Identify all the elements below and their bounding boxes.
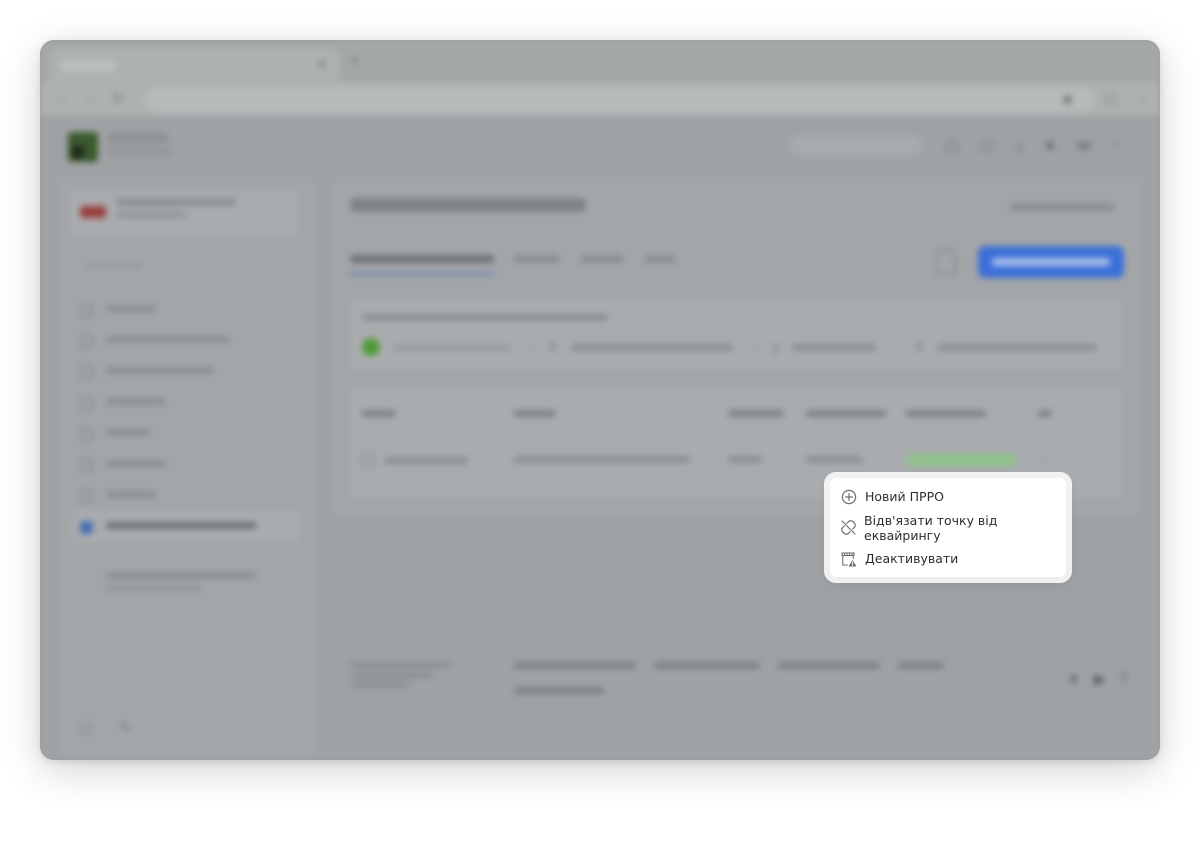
sidebar-menu (72, 294, 300, 542)
onboarding-title (362, 312, 608, 324)
menu-item-deactivate[interactable]: Деактивувати (830, 543, 1066, 574)
footer-link[interactable] (778, 662, 880, 669)
tab[interactable] (514, 254, 560, 275)
page-footer: ● ▶ f (332, 636, 1142, 760)
tab[interactable] (580, 254, 624, 275)
brand-logo-icon (68, 132, 98, 162)
footer-divider (332, 636, 1142, 637)
main-panel: → ⚲ → ▯ → ⚲ ⋮ (332, 176, 1142, 518)
brand-title-placeholder (108, 133, 168, 143)
sidebar-item[interactable] (72, 418, 300, 449)
arrow-icon: → (890, 341, 902, 353)
browser-window: ✕ + ← → ↻ ◉ ▢ ⋮ ◯ ◯ ▯ ✺ ◔ ▢ ✎ → ⚲ → ▯ → … (40, 40, 1160, 760)
step[interactable] (394, 343, 510, 351)
app-area: ◯ ◯ ▯ ✺ ◔ ▢ ✎ → ⚲ → ▯ → ⚲ ⋮ ● ▶ f (40, 116, 1160, 760)
onboarding-step-list: → ⚲ → ▯ → ⚲ (362, 338, 1098, 356)
support-icon[interactable]: ◯ (945, 139, 958, 153)
tab-favicon-placeholder (60, 60, 116, 72)
sidebar-search-input[interactable] (70, 250, 298, 278)
onboarding-steps: → ⚲ → ▯ → ⚲ (350, 298, 1122, 370)
check-icon (362, 338, 380, 356)
step[interactable] (937, 343, 1098, 351)
organization-logo (80, 206, 106, 218)
sidebar-item[interactable] (72, 294, 300, 325)
close-tab-icon[interactable]: ✕ (316, 56, 328, 73)
arrow-icon: → (747, 341, 759, 353)
browser-toolbar: ← → ↻ ◉ ▢ ⋮ (40, 82, 1160, 116)
reload-icon[interactable]: ↻ (112, 90, 124, 107)
unlink-icon (840, 519, 857, 537)
browser-tab-strip: ✕ + (40, 40, 1160, 82)
footer-link[interactable] (654, 662, 760, 669)
footer-link[interactable] (514, 662, 636, 669)
header-actions: ◯ ◯ ▯ ✺ ◔ (789, 136, 1120, 156)
step[interactable] (792, 343, 877, 351)
tabs (350, 254, 676, 275)
sidebar: ▢ ✎ (58, 176, 316, 760)
sidebar-item-active[interactable] (72, 511, 300, 542)
link-icon: ⚲ (549, 341, 558, 354)
forward-icon[interactable]: → (82, 90, 96, 106)
language-switch[interactable] (1076, 142, 1091, 150)
menu-item-unlink-acquiring[interactable]: Відв'язати точку від еквайрингу (830, 512, 1066, 543)
tab-active[interactable] (350, 254, 494, 275)
menu-item-new-prro[interactable]: Новий ПРРО (830, 481, 1066, 512)
document-icon[interactable]: ▯ (1016, 139, 1023, 153)
table-header (362, 408, 1078, 420)
row-menu-icon[interactable]: ⋮ (1038, 454, 1078, 469)
screen: ✕ + ← → ↻ ◉ ▢ ⋮ ◯ ◯ ▯ ✺ ◔ ▢ ✎ → ⚲ → ▯ → … (0, 0, 1200, 860)
organization-switcher[interactable] (70, 190, 298, 236)
arrow-icon: → (524, 341, 535, 353)
footer-copyright (350, 662, 450, 688)
sidebar-item[interactable] (72, 356, 300, 387)
settings-icon[interactable]: ✺ (1045, 139, 1055, 153)
status-badge (906, 454, 1016, 466)
brand-subtitle-placeholder (108, 147, 172, 155)
notifications-icon[interactable]: ◯ (981, 139, 994, 153)
footer-links (514, 662, 944, 669)
sidebar-footer-actions: ▢ ✎ (80, 719, 131, 736)
plus-circle-icon (840, 488, 858, 506)
browser-tab[interactable]: ✕ (50, 48, 340, 82)
balance-badge[interactable] (789, 136, 924, 156)
menu-item-label: Відв'язати точку від еквайрингу (864, 512, 998, 543)
google-play-icon[interactable]: ▶ (1094, 670, 1106, 688)
tab[interactable] (644, 254, 676, 275)
sidebar-item[interactable] (72, 449, 300, 480)
table-row[interactable]: ⋮ (362, 454, 1078, 469)
footer-link[interactable] (514, 686, 604, 698)
apple-icon[interactable]: ● (1069, 670, 1078, 688)
user-avatar-icon[interactable]: ◔ (1113, 139, 1120, 153)
organization-info (116, 198, 236, 218)
menu-item-label: Новий ПРРО (865, 489, 944, 504)
blurred-background-app: ✕ + ← → ↻ ◉ ▢ ⋮ ◯ ◯ ▯ ✺ ◔ ▢ ✎ → ⚲ → ▯ → … (40, 40, 1160, 760)
new-tab-icon[interactable]: + (350, 53, 359, 71)
step[interactable] (571, 343, 734, 351)
extension-icon[interactable]: ◉ (1062, 91, 1073, 107)
link-icon: ⚲ (915, 341, 924, 354)
help-link[interactable] (1010, 202, 1114, 214)
store-warning-icon (840, 550, 858, 568)
address-bar[interactable] (145, 87, 1095, 111)
menu-item-label: Деактивувати (865, 551, 959, 566)
footer-social: ● ▶ f (1069, 670, 1126, 688)
profile-icon[interactable]: ▢ (1104, 91, 1116, 107)
footer-link[interactable] (898, 662, 944, 669)
menu-icon[interactable]: ⋮ (1136, 91, 1149, 107)
sidebar-products-link[interactable] (106, 572, 256, 591)
sidebar-item[interactable] (72, 480, 300, 511)
brand-name (108, 133, 172, 155)
sidebar-item[interactable] (72, 325, 300, 356)
register-icon: ▯ (772, 341, 779, 354)
back-icon[interactable]: ← (54, 90, 68, 106)
export-icon[interactable] (936, 250, 956, 274)
app-header: ◯ ◯ ▯ ✺ ◔ (40, 116, 1160, 176)
row-context-menu: Новий ПРРО Відв'язати точку від еквайрин… (830, 478, 1066, 577)
facebook-icon[interactable]: f (1122, 670, 1126, 688)
sidebar-item[interactable] (72, 387, 300, 418)
page-title (350, 198, 586, 212)
edit-icon[interactable]: ✎ (119, 719, 131, 736)
add-point-button[interactable] (978, 246, 1124, 278)
collapse-sidebar-icon[interactable]: ▢ (80, 719, 93, 736)
